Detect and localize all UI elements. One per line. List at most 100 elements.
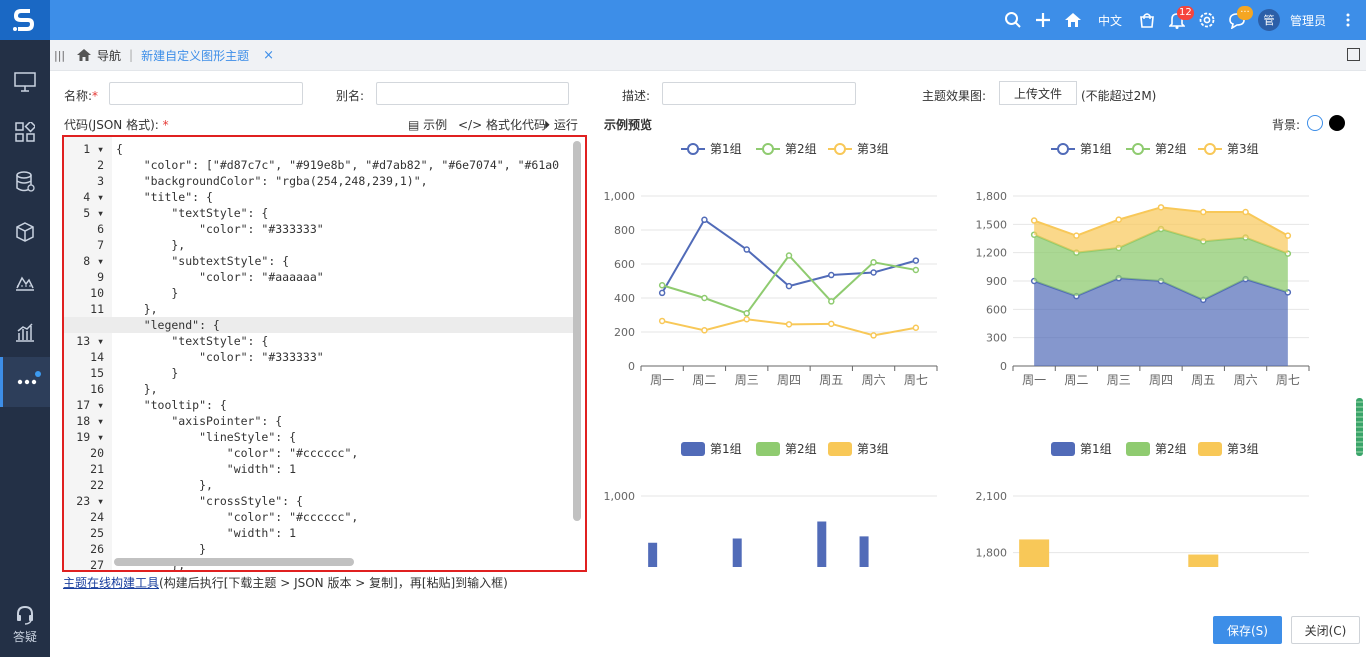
close-button[interactable]: 关闭(C): [1291, 616, 1360, 644]
more-vertical-icon[interactable]: [1336, 0, 1360, 40]
upload-button[interactable]: 上传文件: [999, 81, 1077, 105]
search-icon[interactable]: [998, 0, 1028, 40]
y-tick-label: 600: [614, 258, 635, 271]
line-gutter: 1 ▾2 3 4 ▾5 ▾6 7 8 ▾9 10 11 12 ▾13 ▾14 1…: [64, 137, 112, 570]
user-name[interactable]: 管理员: [1280, 12, 1336, 29]
legend-marker: [1198, 442, 1222, 456]
background-white-option[interactable]: [1307, 115, 1323, 131]
vertical-scrollbar[interactable]: [573, 141, 581, 521]
avatar[interactable]: 管: [1257, 9, 1280, 31]
page-scrollbar[interactable]: [1356, 398, 1363, 456]
code-line: "color": "#aaaaaa": [116, 270, 324, 284]
code-icon: </>: [458, 118, 486, 132]
maximize-icon[interactable]: [1347, 48, 1360, 61]
app-logo[interactable]: [0, 0, 50, 40]
alias-input[interactable]: [376, 82, 569, 105]
line-number: 19 ▾: [76, 430, 104, 444]
x-tick-label: 周七: [1276, 373, 1300, 387]
data-point: [828, 320, 835, 328]
y-tick-label: 300: [986, 332, 1007, 345]
code-line: "width": 1: [116, 462, 297, 476]
sidebar-item-dashboard[interactable]: [0, 107, 50, 157]
y-tick-label: 800: [614, 224, 635, 237]
y-tick-label: 900: [986, 275, 1007, 288]
tab-nav[interactable]: 导航: [97, 47, 121, 64]
legend-marker: [687, 143, 699, 155]
bar: [648, 542, 658, 567]
background-black-option[interactable]: [1329, 115, 1345, 131]
legend-marker: [1126, 442, 1150, 456]
sidebar-item-model[interactable]: [0, 207, 50, 257]
sidebar-help[interactable]: 答疑: [0, 605, 50, 645]
x-tick-label: 周一: [650, 373, 674, 387]
x-tick-label: 周五: [1191, 373, 1215, 387]
legend-marker: [756, 442, 780, 456]
x-tick-label: 周六: [1234, 373, 1258, 387]
line-number: 26: [90, 542, 104, 556]
data-point: [828, 298, 835, 305]
line-number: 23 ▾: [76, 494, 104, 508]
sidebar-item-database[interactable]: [0, 157, 50, 207]
legend-marker: [762, 143, 774, 155]
save-button[interactable]: 保存(S): [1213, 616, 1282, 644]
desc-input[interactable]: [662, 82, 856, 105]
sidebar-item-more[interactable]: [0, 357, 50, 407]
legend-label: 第3组: [857, 442, 889, 456]
theme-builder-link[interactable]: 主题在线构建工具: [63, 576, 159, 590]
data-point: [785, 282, 793, 290]
language-switch[interactable]: 中文: [1088, 12, 1132, 29]
code-line: },: [116, 302, 158, 316]
upload-hint: (不能超过2M): [1081, 89, 1157, 103]
tab-close-button[interactable]: ×: [263, 48, 274, 63]
shop-bag-icon[interactable]: [1132, 0, 1162, 40]
top-bar: 中文 12 ··· 管 管理员: [0, 0, 1366, 40]
data-point: [1157, 204, 1165, 211]
doc-icon: ▤: [408, 118, 424, 132]
code-line: "subtextStyle": {: [116, 254, 290, 268]
sidebar: 答疑: [0, 40, 50, 657]
sidebar-item-analysis[interactable]: [0, 257, 50, 307]
line-number: 7: [97, 238, 104, 252]
preview-charts: 第1组 第2组 第3组02004006008001,000周一 周二 周三 周四 周五 周六周…: [604, 142, 1310, 567]
format-button[interactable]: </> 格式化代码: [458, 116, 546, 133]
code-line: "color": ["#d87c7c", "#919e8b", "#d7ab82…: [116, 158, 560, 172]
home-icon[interactable]: [1058, 0, 1088, 40]
add-icon[interactable]: [1028, 0, 1058, 40]
data-point: [743, 316, 750, 323]
collapse-icon[interactable]: |||: [54, 49, 65, 62]
sidebar-item-monitor[interactable]: [0, 57, 50, 107]
example-button[interactable]: ▤ 示例: [408, 116, 447, 133]
horizontal-scrollbar[interactable]: [114, 558, 354, 566]
data-point: [1115, 216, 1122, 223]
legend-label: 第2组: [1155, 442, 1187, 456]
line-number: 16: [90, 382, 104, 396]
chat-icon[interactable]: ···: [1222, 0, 1253, 40]
sidebar-item-report[interactable]: [0, 307, 50, 357]
code-editor[interactable]: 1 ▾2 3 4 ▾5 ▾6 7 8 ▾9 10 11 12 ▾13 ▾14 1…: [62, 135, 587, 572]
run-button[interactable]: ⏵ 运行: [544, 116, 578, 133]
tab-new-theme[interactable]: 新建自定义图形主题: [141, 47, 249, 64]
gear-icon[interactable]: [1192, 0, 1222, 40]
more-icon: [17, 379, 36, 385]
x-tick-label: 周七: [904, 373, 928, 387]
line-number: 1 ▾: [83, 142, 104, 156]
data-point: [658, 282, 666, 289]
y-tick-label: 200: [614, 326, 635, 339]
y-tick-label: 1,000: [604, 490, 636, 503]
help-line: 主题在线构建工具(构建后执行[下载主题 > JSON 版本 > 复制]，再[粘贴…: [63, 574, 508, 591]
data-point: [828, 271, 835, 279]
legend-marker: [1057, 143, 1069, 155]
code-line: "textStyle": {: [116, 206, 269, 220]
line-number: 13 ▾: [76, 334, 104, 348]
x-tick-label: 周五: [819, 373, 843, 387]
line-number: 21: [90, 462, 104, 476]
data-point: [912, 324, 920, 331]
bell-icon[interactable]: 12: [1162, 0, 1194, 40]
code-line: "color": "#cccccc",: [116, 446, 359, 460]
line-number: 3: [97, 174, 104, 188]
desc-label: 描述:: [622, 89, 651, 103]
line-number: 17 ▾: [76, 398, 104, 412]
name-input[interactable]: [109, 82, 303, 105]
line-number: 9: [97, 270, 104, 284]
alias-label: 别名:: [336, 89, 365, 103]
